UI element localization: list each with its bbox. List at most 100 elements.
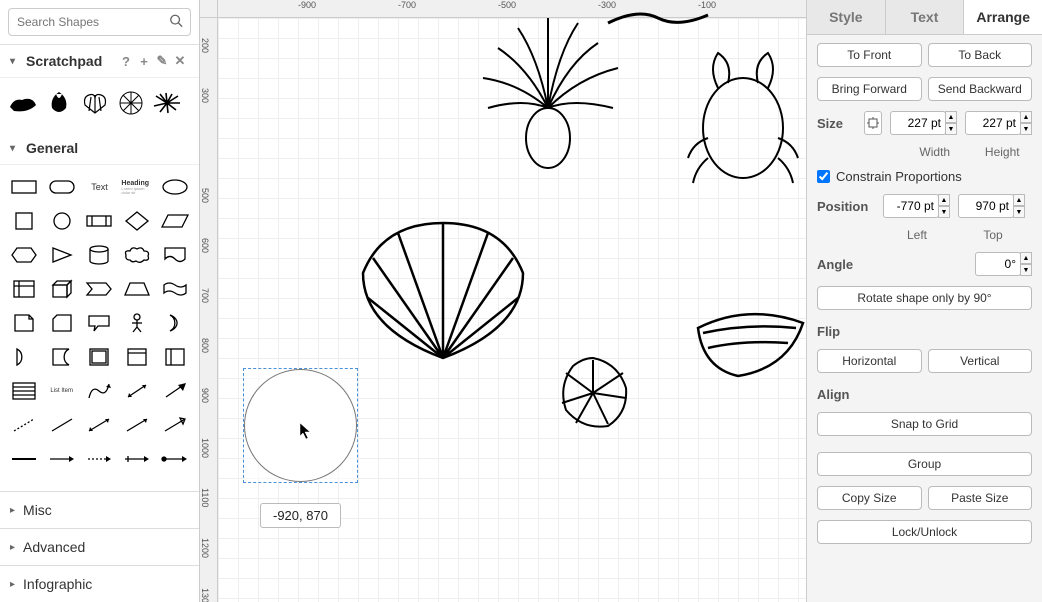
autosize-icon[interactable] bbox=[864, 111, 882, 135]
shape-trapezoid[interactable] bbox=[121, 275, 153, 303]
shape-ellipse[interactable] bbox=[159, 173, 191, 201]
search-input[interactable] bbox=[8, 8, 191, 36]
width-input[interactable] bbox=[890, 111, 946, 135]
shape-urchin[interactable] bbox=[548, 348, 638, 438]
shape-cube[interactable] bbox=[46, 275, 78, 303]
top-down[interactable]: ▼ bbox=[1013, 206, 1025, 218]
shape-line4[interactable] bbox=[159, 411, 191, 439]
shape-container2[interactable] bbox=[121, 343, 153, 371]
constrain-checkbox-row[interactable]: Constrain Proportions bbox=[817, 169, 1032, 184]
section-misc[interactable]: ▸ Misc bbox=[0, 491, 199, 528]
tab-text[interactable]: Text bbox=[886, 0, 965, 34]
constrain-checkbox[interactable] bbox=[817, 170, 830, 183]
shape-cloud[interactable] bbox=[121, 241, 153, 269]
shape-parallelogram[interactable] bbox=[159, 207, 191, 235]
shape-conn1[interactable] bbox=[8, 445, 40, 473]
angle-up[interactable]: ▲ bbox=[1020, 252, 1032, 264]
shape-curve[interactable] bbox=[84, 377, 116, 405]
general-header[interactable]: ▾ General bbox=[0, 132, 199, 165]
rotate-90-button[interactable]: Rotate shape only by 90° bbox=[817, 286, 1032, 310]
bring-forward-button[interactable]: Bring Forward bbox=[817, 77, 922, 101]
left-down[interactable]: ▼ bbox=[938, 206, 950, 218]
height-down[interactable]: ▼ bbox=[1020, 123, 1032, 135]
help-icon[interactable]: ? bbox=[117, 54, 135, 69]
shape-conn3[interactable] bbox=[84, 445, 116, 473]
flip-vertical-button[interactable]: Vertical bbox=[928, 349, 1033, 373]
left-up[interactable]: ▲ bbox=[938, 194, 950, 206]
scratchpad-header[interactable]: ▾ Scratchpad ? + ✎ ✕ bbox=[0, 45, 199, 78]
flip-horizontal-button[interactable]: Horizontal bbox=[817, 349, 922, 373]
section-infographic[interactable]: ▸ Infographic bbox=[0, 565, 199, 602]
shape-hexagon[interactable] bbox=[8, 241, 40, 269]
height-up[interactable]: ▲ bbox=[1020, 111, 1032, 123]
angle-input[interactable] bbox=[975, 252, 1021, 276]
group-button[interactable]: Group bbox=[817, 452, 1032, 476]
shape-conn5[interactable] bbox=[159, 445, 191, 473]
shape-container[interactable] bbox=[84, 343, 116, 371]
shape-and[interactable] bbox=[46, 343, 78, 371]
shape-crescent[interactable] bbox=[159, 309, 191, 337]
shape-internal[interactable] bbox=[8, 275, 40, 303]
shape-card[interactable] bbox=[46, 309, 78, 337]
shape-conn2[interactable] bbox=[46, 445, 78, 473]
height-input[interactable] bbox=[965, 111, 1021, 135]
to-front-button[interactable]: To Front bbox=[817, 43, 922, 67]
width-down[interactable]: ▼ bbox=[945, 123, 957, 135]
shape-conn4[interactable] bbox=[121, 445, 153, 473]
shape-mussel[interactable] bbox=[688, 298, 806, 388]
tab-style[interactable]: Style bbox=[807, 0, 886, 34]
shape-roundrect[interactable] bbox=[46, 173, 78, 201]
lock-unlock-button[interactable]: Lock/Unlock bbox=[817, 520, 1032, 544]
shape-cylinder[interactable] bbox=[84, 241, 116, 269]
shape-step[interactable] bbox=[84, 275, 116, 303]
shape-diamond[interactable] bbox=[121, 207, 153, 235]
shape-arrow[interactable] bbox=[159, 377, 191, 405]
shape-listitem[interactable]: List Item bbox=[46, 377, 78, 405]
tab-arrange[interactable]: Arrange bbox=[964, 0, 1042, 34]
shape-container3[interactable] bbox=[159, 343, 191, 371]
section-advanced[interactable]: ▸ Advanced bbox=[0, 528, 199, 565]
scratch-item-1[interactable] bbox=[8, 88, 38, 118]
shape-crab[interactable] bbox=[678, 38, 806, 198]
shape-biarrow[interactable] bbox=[121, 377, 153, 405]
canvas-surface[interactable]: -920, 870 bbox=[218, 18, 806, 602]
scratch-item-4[interactable] bbox=[116, 88, 146, 118]
shape-line2[interactable] bbox=[84, 411, 116, 439]
shape-square[interactable] bbox=[8, 207, 40, 235]
shape-line3[interactable] bbox=[121, 411, 153, 439]
shape-top[interactable] bbox=[598, 3, 718, 33]
shape-doc[interactable] bbox=[159, 241, 191, 269]
shape-anemone[interactable] bbox=[468, 8, 628, 178]
snap-to-grid-button[interactable]: Snap to Grid bbox=[817, 412, 1032, 436]
shape-note[interactable] bbox=[8, 309, 40, 337]
close-icon[interactable]: ✕ bbox=[171, 53, 189, 69]
paste-size-button[interactable]: Paste Size bbox=[928, 486, 1033, 510]
shape-halfcircle[interactable] bbox=[8, 343, 40, 371]
shape-list[interactable] bbox=[8, 377, 40, 405]
shape-line1[interactable] bbox=[46, 411, 78, 439]
top-up[interactable]: ▲ bbox=[1013, 194, 1025, 206]
angle-down[interactable]: ▼ bbox=[1020, 264, 1032, 276]
plus-icon[interactable]: + bbox=[135, 54, 153, 69]
shape-tape[interactable] bbox=[159, 275, 191, 303]
shape-dashed[interactable] bbox=[8, 411, 40, 439]
scratch-item-3[interactable] bbox=[80, 88, 110, 118]
send-backward-button[interactable]: Send Backward bbox=[928, 77, 1033, 101]
width-up[interactable]: ▲ bbox=[945, 111, 957, 123]
left-input[interactable] bbox=[883, 194, 939, 218]
top-input[interactable] bbox=[958, 194, 1014, 218]
shape-heading[interactable]: HeadingLorem ipsum dolor sit bbox=[121, 173, 153, 201]
shape-shell[interactable] bbox=[338, 208, 548, 368]
scratch-item-5[interactable] bbox=[152, 88, 182, 118]
shape-rect[interactable] bbox=[8, 173, 40, 201]
shape-text[interactable]: Text bbox=[84, 173, 116, 201]
shape-process[interactable] bbox=[84, 207, 116, 235]
shape-circle[interactable] bbox=[46, 207, 78, 235]
shape-actor[interactable] bbox=[121, 309, 153, 337]
shape-callout[interactable] bbox=[84, 309, 116, 337]
scratch-item-2[interactable] bbox=[44, 88, 74, 118]
to-back-button[interactable]: To Back bbox=[928, 43, 1033, 67]
pencil-icon[interactable]: ✎ bbox=[153, 53, 171, 69]
shape-triangle[interactable] bbox=[46, 241, 78, 269]
copy-size-button[interactable]: Copy Size bbox=[817, 486, 922, 510]
